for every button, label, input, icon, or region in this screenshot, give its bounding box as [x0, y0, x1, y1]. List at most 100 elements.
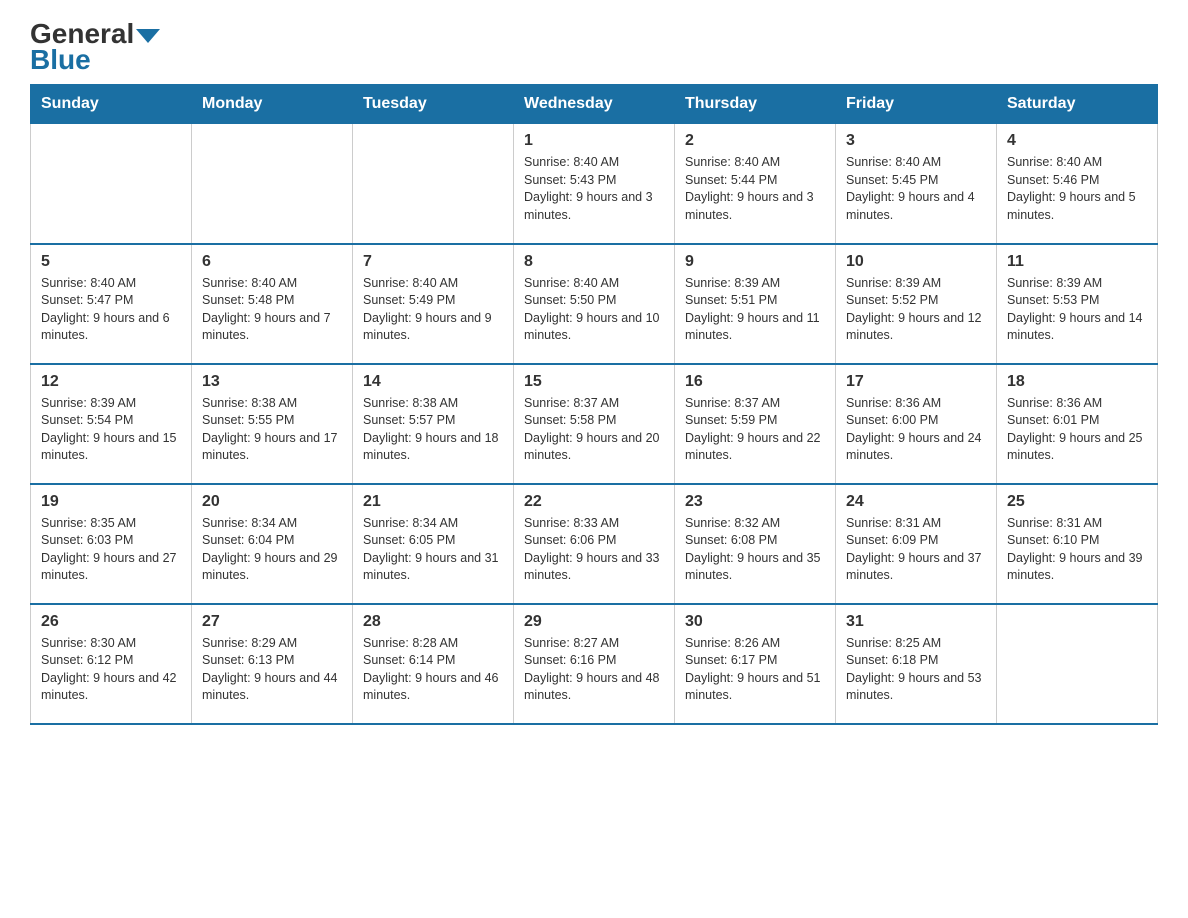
- calendar-week-row: 19 Sunrise: 8:35 AM Sunset: 6:03 PM Dayli…: [31, 484, 1158, 604]
- day-info: Sunrise: 8:34 AM Sunset: 6:04 PM Dayligh…: [202, 515, 342, 585]
- logo-blue: Blue: [30, 46, 91, 74]
- day-info: Sunrise: 8:36 AM Sunset: 6:00 PM Dayligh…: [846, 395, 986, 465]
- day-number: 23: [685, 493, 825, 511]
- calendar-cell: [31, 124, 192, 244]
- day-number: 13: [202, 373, 342, 391]
- calendar-cell: 9 Sunrise: 8:39 AM Sunset: 5:51 PM Daylig…: [675, 244, 836, 364]
- day-info: Sunrise: 8:31 AM Sunset: 6:09 PM Dayligh…: [846, 515, 986, 585]
- day-info: Sunrise: 8:36 AM Sunset: 6:01 PM Dayligh…: [1007, 395, 1147, 465]
- page-header: General Blue: [30, 20, 1158, 74]
- day-info: Sunrise: 8:29 AM Sunset: 6:13 PM Dayligh…: [202, 635, 342, 705]
- calendar-cell: [997, 604, 1158, 724]
- day-info: Sunrise: 8:35 AM Sunset: 6:03 PM Dayligh…: [41, 515, 181, 585]
- day-number: 17: [846, 373, 986, 391]
- calendar-cell: 20 Sunrise: 8:34 AM Sunset: 6:04 PM Dayli…: [192, 484, 353, 604]
- day-number: 1: [524, 132, 664, 150]
- calendar-cell: 23 Sunrise: 8:32 AM Sunset: 6:08 PM Dayli…: [675, 484, 836, 604]
- calendar-cell: 29 Sunrise: 8:27 AM Sunset: 6:16 PM Dayli…: [514, 604, 675, 724]
- day-number: 20: [202, 493, 342, 511]
- day-info: Sunrise: 8:40 AM Sunset: 5:48 PM Dayligh…: [202, 275, 342, 345]
- calendar-cell: 26 Sunrise: 8:30 AM Sunset: 6:12 PM Dayli…: [31, 604, 192, 724]
- day-number: 3: [846, 132, 986, 150]
- calendar-cell: [192, 124, 353, 244]
- day-number: 4: [1007, 132, 1147, 150]
- day-number: 29: [524, 613, 664, 631]
- day-info: Sunrise: 8:39 AM Sunset: 5:54 PM Dayligh…: [41, 395, 181, 465]
- calendar-cell: 6 Sunrise: 8:40 AM Sunset: 5:48 PM Daylig…: [192, 244, 353, 364]
- weekday-header-friday: Friday: [836, 85, 997, 124]
- day-info: Sunrise: 8:39 AM Sunset: 5:53 PM Dayligh…: [1007, 275, 1147, 345]
- calendar-cell: [353, 124, 514, 244]
- day-info: Sunrise: 8:32 AM Sunset: 6:08 PM Dayligh…: [685, 515, 825, 585]
- day-info: Sunrise: 8:27 AM Sunset: 6:16 PM Dayligh…: [524, 635, 664, 705]
- calendar-week-row: 5 Sunrise: 8:40 AM Sunset: 5:47 PM Daylig…: [31, 244, 1158, 364]
- day-number: 15: [524, 373, 664, 391]
- calendar-cell: 17 Sunrise: 8:36 AM Sunset: 6:00 PM Dayli…: [836, 364, 997, 484]
- day-info: Sunrise: 8:30 AM Sunset: 6:12 PM Dayligh…: [41, 635, 181, 705]
- calendar-cell: 27 Sunrise: 8:29 AM Sunset: 6:13 PM Dayli…: [192, 604, 353, 724]
- day-info: Sunrise: 8:40 AM Sunset: 5:49 PM Dayligh…: [363, 275, 503, 345]
- day-info: Sunrise: 8:40 AM Sunset: 5:44 PM Dayligh…: [685, 154, 825, 224]
- day-number: 11: [1007, 253, 1147, 271]
- calendar-cell: 7 Sunrise: 8:40 AM Sunset: 5:49 PM Daylig…: [353, 244, 514, 364]
- day-info: Sunrise: 8:37 AM Sunset: 5:59 PM Dayligh…: [685, 395, 825, 465]
- day-number: 5: [41, 253, 181, 271]
- calendar-cell: 11 Sunrise: 8:39 AM Sunset: 5:53 PM Dayli…: [997, 244, 1158, 364]
- day-number: 9: [685, 253, 825, 271]
- calendar-cell: 22 Sunrise: 8:33 AM Sunset: 6:06 PM Dayli…: [514, 484, 675, 604]
- calendar-cell: 5 Sunrise: 8:40 AM Sunset: 5:47 PM Daylig…: [31, 244, 192, 364]
- day-number: 8: [524, 253, 664, 271]
- day-number: 10: [846, 253, 986, 271]
- day-info: Sunrise: 8:37 AM Sunset: 5:58 PM Dayligh…: [524, 395, 664, 465]
- weekday-header-saturday: Saturday: [997, 85, 1158, 124]
- day-info: Sunrise: 8:33 AM Sunset: 6:06 PM Dayligh…: [524, 515, 664, 585]
- calendar-cell: 8 Sunrise: 8:40 AM Sunset: 5:50 PM Daylig…: [514, 244, 675, 364]
- logo: General Blue: [30, 20, 160, 74]
- day-info: Sunrise: 8:40 AM Sunset: 5:46 PM Dayligh…: [1007, 154, 1147, 224]
- calendar-cell: 4 Sunrise: 8:40 AM Sunset: 5:46 PM Daylig…: [997, 124, 1158, 244]
- day-info: Sunrise: 8:40 AM Sunset: 5:50 PM Dayligh…: [524, 275, 664, 345]
- day-number: 7: [363, 253, 503, 271]
- day-info: Sunrise: 8:39 AM Sunset: 5:51 PM Dayligh…: [685, 275, 825, 345]
- day-info: Sunrise: 8:26 AM Sunset: 6:17 PM Dayligh…: [685, 635, 825, 705]
- calendar-cell: 12Sunrise: 8:39 AM Sunset: 5:54 PM Dayli…: [31, 364, 192, 484]
- weekday-header-sunday: Sunday: [31, 85, 192, 124]
- calendar-cell: 10 Sunrise: 8:39 AM Sunset: 5:52 PM Dayli…: [836, 244, 997, 364]
- calendar-cell: 13Sunrise: 8:38 AM Sunset: 5:55 PM Dayli…: [192, 364, 353, 484]
- calendar-week-row: 1 Sunrise: 8:40 AM Sunset: 5:43 PM Daylig…: [31, 124, 1158, 244]
- day-number: 2: [685, 132, 825, 150]
- calendar-cell: 2 Sunrise: 8:40 AM Sunset: 5:44 PM Daylig…: [675, 124, 836, 244]
- calendar-cell: 1 Sunrise: 8:40 AM Sunset: 5:43 PM Daylig…: [514, 124, 675, 244]
- day-number: 31: [846, 613, 986, 631]
- day-info: Sunrise: 8:39 AM Sunset: 5:52 PM Dayligh…: [846, 275, 986, 345]
- day-info: Sunrise: 8:38 AM Sunset: 5:57 PM Dayligh…: [363, 395, 503, 465]
- day-number: 26: [41, 613, 181, 631]
- day-info: Sunrise: 8:40 AM Sunset: 5:47 PM Dayligh…: [41, 275, 181, 345]
- weekday-header-thursday: Thursday: [675, 85, 836, 124]
- day-number: 16: [685, 373, 825, 391]
- weekday-header-tuesday: Tuesday: [353, 85, 514, 124]
- calendar-cell: 16 Sunrise: 8:37 AM Sunset: 5:59 PM Dayli…: [675, 364, 836, 484]
- weekday-header-row: SundayMondayTuesdayWednesdayThursdayFrid…: [31, 85, 1158, 124]
- calendar-cell: 18 Sunrise: 8:36 AM Sunset: 6:01 PM Dayli…: [997, 364, 1158, 484]
- weekday-header-wednesday: Wednesday: [514, 85, 675, 124]
- calendar-body: 1 Sunrise: 8:40 AM Sunset: 5:43 PM Daylig…: [31, 124, 1158, 724]
- day-info: Sunrise: 8:34 AM Sunset: 6:05 PM Dayligh…: [363, 515, 503, 585]
- day-info: Sunrise: 8:40 AM Sunset: 5:43 PM Dayligh…: [524, 154, 664, 224]
- calendar-week-row: 26 Sunrise: 8:30 AM Sunset: 6:12 PM Dayli…: [31, 604, 1158, 724]
- day-info: Sunrise: 8:28 AM Sunset: 6:14 PM Dayligh…: [363, 635, 503, 705]
- day-number: 14: [363, 373, 503, 391]
- day-info: Sunrise: 8:25 AM Sunset: 6:18 PM Dayligh…: [846, 635, 986, 705]
- day-number: 19: [41, 493, 181, 511]
- day-number: 30: [685, 613, 825, 631]
- day-number: 27: [202, 613, 342, 631]
- calendar-week-row: 12Sunrise: 8:39 AM Sunset: 5:54 PM Dayli…: [31, 364, 1158, 484]
- day-number: 6: [202, 253, 342, 271]
- calendar-cell: 3Sunrise: 8:40 AM Sunset: 5:45 PM Daylig…: [836, 124, 997, 244]
- calendar-cell: 14 Sunrise: 8:38 AM Sunset: 5:57 PM Dayli…: [353, 364, 514, 484]
- day-number: 21: [363, 493, 503, 511]
- calendar-cell: 24Sunrise: 8:31 AM Sunset: 6:09 PM Dayli…: [836, 484, 997, 604]
- weekday-header-monday: Monday: [192, 85, 353, 124]
- day-number: 22: [524, 493, 664, 511]
- day-number: 18: [1007, 373, 1147, 391]
